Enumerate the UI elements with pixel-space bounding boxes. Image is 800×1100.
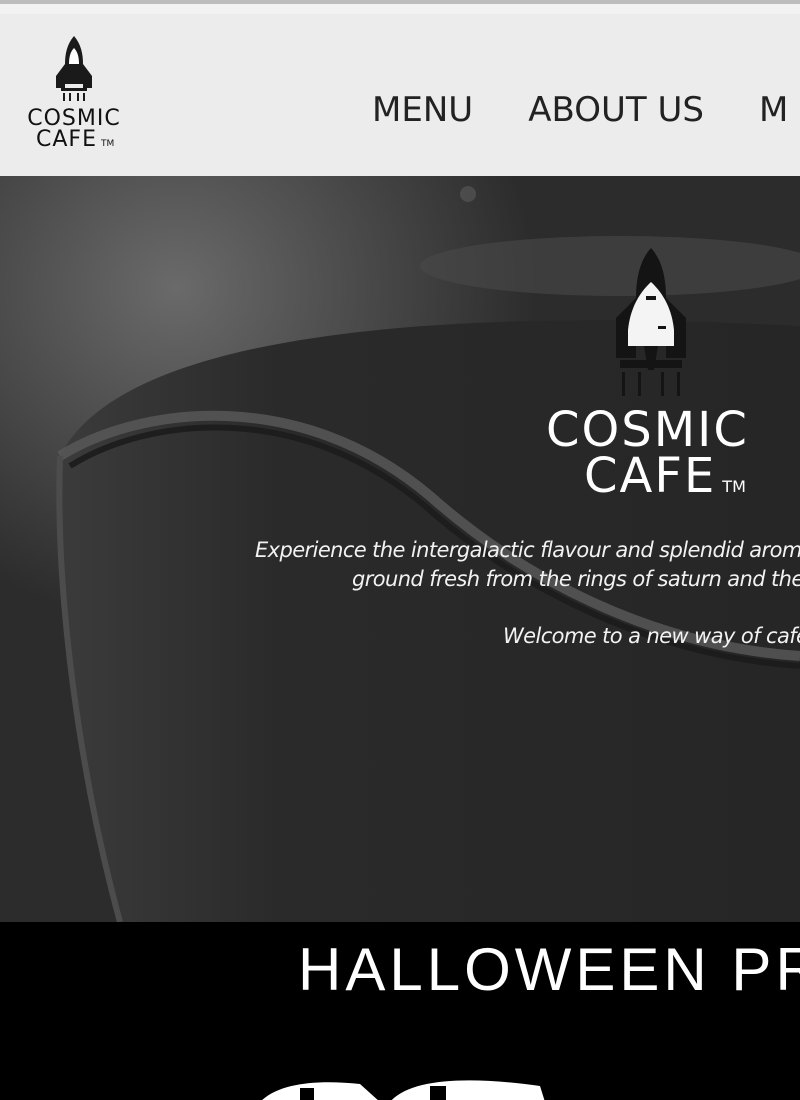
header-logo[interactable]: COSMIC CAFE TM: [16, 34, 132, 164]
nav-item-more[interactable]: M: [759, 88, 788, 132]
rocket-icon: [616, 248, 686, 396]
promo-section: HALLOWEEN PR: [0, 922, 800, 1100]
trademark: TM: [100, 139, 115, 149]
hero-tagline-line-1: Experience the intergalactic flavour and…: [255, 538, 800, 562]
hero-section: COSMIC CAFE TM Experience the intergalact…: [0, 176, 800, 922]
logo-line-2: CAFE TM: [36, 127, 115, 152]
hero-logo-line-2: CAFE TM: [584, 448, 746, 504]
nav-item-menu[interactable]: MENU: [372, 88, 473, 132]
promo-title: HALLOWEEN PR: [298, 936, 800, 1003]
promo-artwork-image: [262, 1080, 545, 1100]
hero-tagline-line-2: ground fresh from the rings of saturn an…: [352, 567, 800, 591]
trademark: TM: [722, 477, 746, 496]
nav-item-about-us[interactable]: ABOUT US: [528, 88, 704, 132]
hero-logo-line-1: COSMIC: [546, 402, 749, 458]
window-top-gap: [0, 4, 800, 14]
main-nav: MENU ABOUT US M: [372, 88, 800, 132]
site-header: COSMIC CAFE TM MENU ABOUT US M: [0, 14, 800, 176]
hero-welcome-text: Welcome to a new way of café.: [503, 624, 800, 648]
rocket-icon: [56, 36, 92, 101]
